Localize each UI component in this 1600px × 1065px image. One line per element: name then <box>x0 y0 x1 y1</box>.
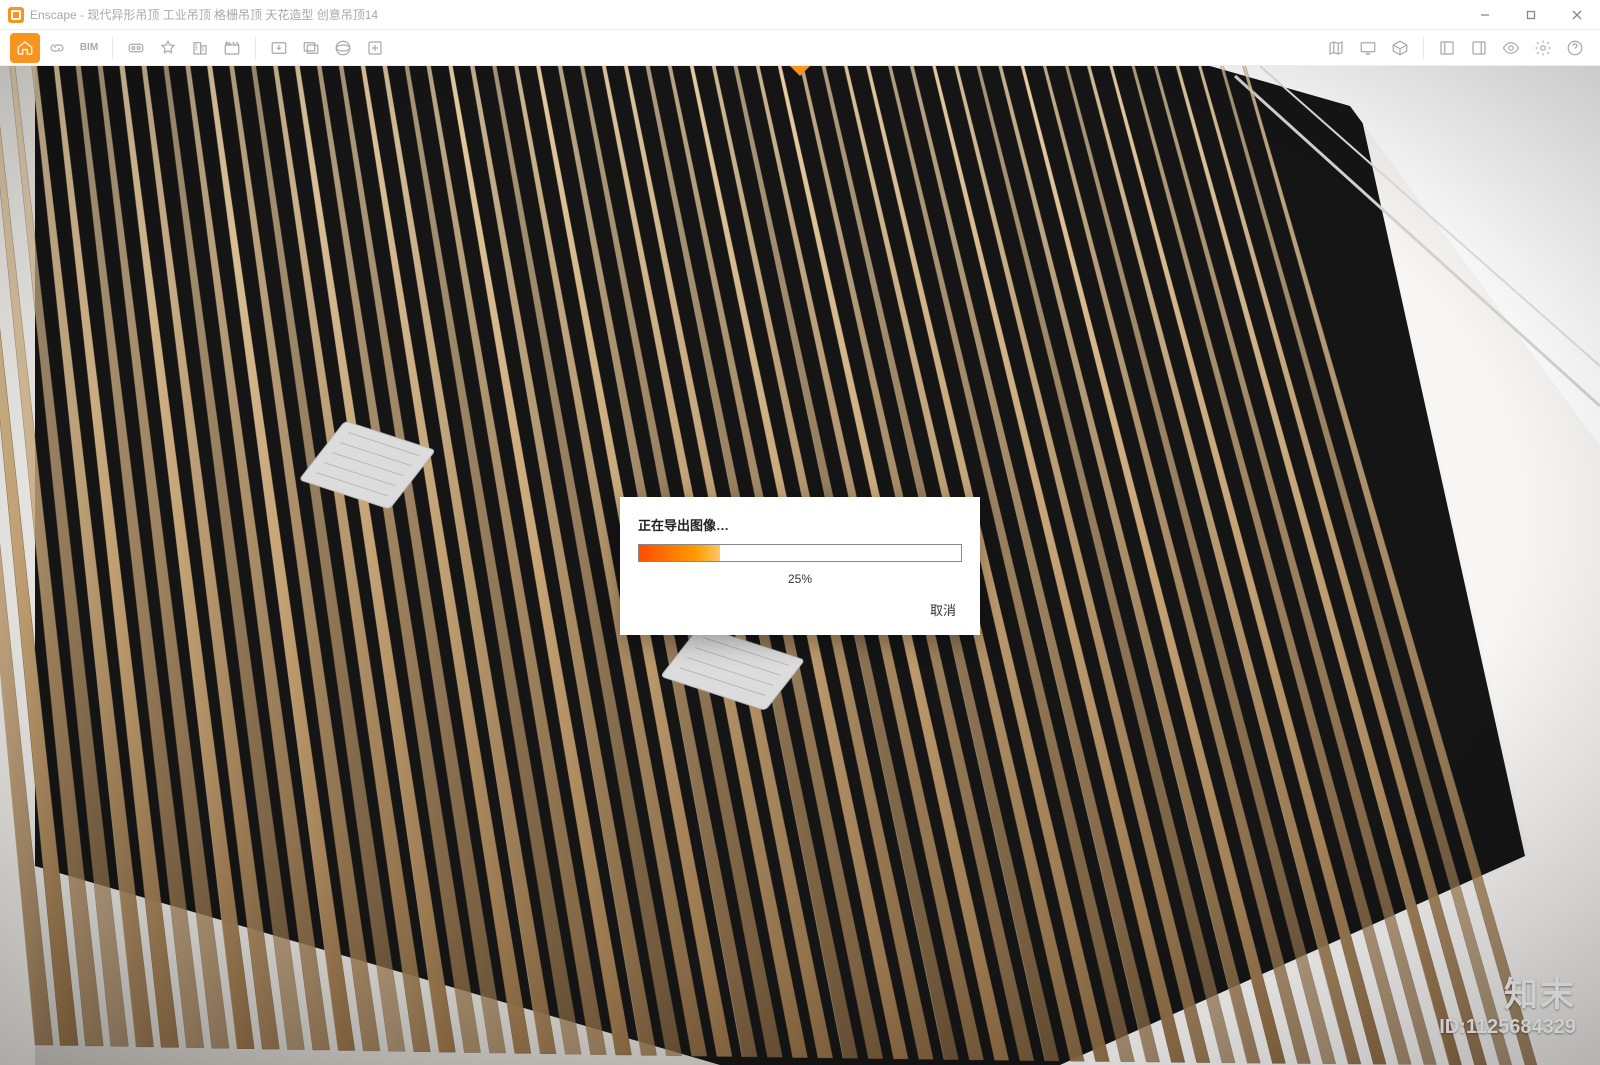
export-batch-button[interactable] <box>296 33 326 63</box>
toolbar-separator <box>1423 37 1424 59</box>
render-viewport[interactable]: 正在导出图像… 25% 取消 知末 ID:1125684329 <box>0 66 1600 1065</box>
progress-percent-label: 25% <box>638 572 962 586</box>
minimize-button[interactable] <box>1462 0 1508 29</box>
dialog-title: 正在导出图像… <box>638 515 962 534</box>
bim-button[interactable]: BIM <box>74 33 104 63</box>
minimap-button[interactable] <box>1321 33 1351 63</box>
cube-view-button[interactable] <box>1385 33 1415 63</box>
window-title: Enscape - 现代异形吊顶 工业吊顶 格栅吊顶 天花造型 创意吊顶14 <box>30 6 378 23</box>
window-controls <box>1462 0 1600 29</box>
toolbar-left: BIM <box>10 33 390 63</box>
toolbar-separator <box>112 37 113 59</box>
close-button[interactable] <box>1554 0 1600 29</box>
export-progress-dialog: 正在导出图像… 25% 取消 <box>620 497 980 635</box>
favorite-view-button[interactable] <box>153 33 183 63</box>
visibility-button[interactable] <box>1496 33 1526 63</box>
help-button[interactable] <box>1560 33 1590 63</box>
video-clapperboard-button[interactable] <box>217 33 247 63</box>
display-button[interactable] <box>1353 33 1383 63</box>
panel-right-button[interactable] <box>1464 33 1494 63</box>
top-caret-icon <box>790 66 810 76</box>
enscape-logo-icon <box>8 7 24 23</box>
home-button[interactable] <box>10 33 40 63</box>
toolbar-right <box>1321 33 1590 63</box>
sync-link-button[interactable] <box>42 33 72 63</box>
settings-button[interactable] <box>1528 33 1558 63</box>
vr-headset-button[interactable] <box>121 33 151 63</box>
progress-bar <box>638 544 962 562</box>
main-toolbar: BIM <box>0 30 1600 66</box>
export-exe-button[interactable] <box>360 33 390 63</box>
export-screenshot-button[interactable] <box>264 33 294 63</box>
progress-bar-fill <box>639 545 720 561</box>
cancel-button[interactable]: 取消 <box>924 596 962 623</box>
export-360-button[interactable] <box>328 33 358 63</box>
maximize-button[interactable] <box>1508 0 1554 29</box>
bim-label: BIM <box>80 42 98 53</box>
app-window: Enscape - 现代异形吊顶 工业吊顶 格栅吊顶 天花造型 创意吊顶14 B <box>0 0 1600 1065</box>
panel-left-button[interactable] <box>1432 33 1462 63</box>
title-bar: Enscape - 现代异形吊顶 工业吊顶 格栅吊顶 天花造型 创意吊顶14 <box>0 0 1600 30</box>
toolbar-separator <box>255 37 256 59</box>
building-button[interactable] <box>185 33 215 63</box>
